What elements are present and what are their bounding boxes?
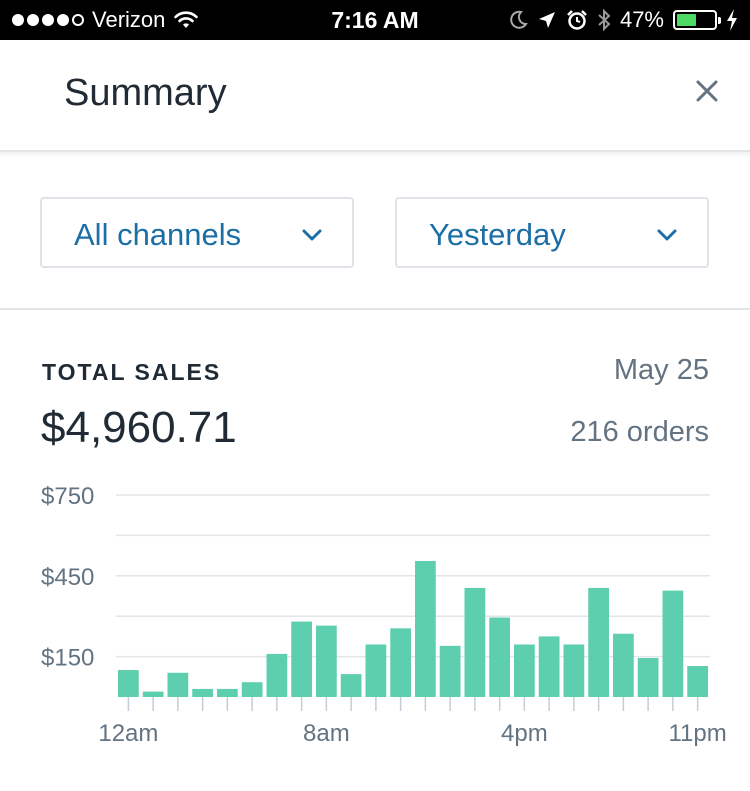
bar [588, 587, 609, 697]
bar [266, 653, 288, 697]
page-header: Summary [0, 40, 750, 152]
battery-percent: 47% [619, 7, 664, 32]
bar [340, 674, 362, 697]
chevron-down-icon [657, 229, 677, 241]
bar [514, 644, 535, 697]
bar [241, 682, 263, 697]
period-filter-label: Yesterday [429, 217, 566, 252]
total-sales-value: $4,960.71 [41, 403, 237, 452]
y-tick-label: $750 [41, 483, 94, 510]
close-icon[interactable] [692, 76, 722, 106]
bluetooth-icon [598, 8, 611, 32]
bar [439, 645, 461, 697]
bar [142, 691, 164, 697]
bar [489, 617, 510, 697]
bar [316, 625, 337, 697]
x-tick-label: 8am [303, 720, 350, 747]
chevron-down-icon [302, 229, 322, 241]
channel-filter-label: All channels [74, 217, 242, 252]
x-tick-label: 4pm [501, 720, 548, 747]
x-tick-label: 11pm [668, 720, 726, 747]
bar [464, 587, 486, 697]
bar [563, 644, 585, 697]
status-right: 47% [508, 0, 738, 40]
bar [167, 672, 189, 697]
y-tick-label: $150 [41, 645, 94, 672]
alarm-icon [567, 10, 587, 30]
bar [687, 666, 708, 697]
moon-icon [510, 10, 528, 29]
battery-icon [673, 10, 721, 30]
bar [613, 633, 634, 697]
bar [538, 636, 560, 697]
channel-filter-dropdown[interactable]: All channels [40, 197, 354, 268]
bar [415, 560, 436, 697]
bar [118, 670, 139, 697]
bar [291, 621, 312, 697]
bar [662, 590, 684, 697]
page-title: Summary [64, 72, 227, 114]
bar [390, 628, 411, 697]
bar [365, 644, 387, 697]
bar [217, 688, 238, 697]
bar [192, 688, 213, 697]
period-filter-dropdown[interactable]: Yesterday [395, 197, 709, 268]
header-shadow [0, 152, 750, 158]
section-divider [0, 308, 750, 310]
x-tick-label: 12am [98, 720, 158, 747]
location-arrow-icon [538, 12, 555, 28]
bar [637, 657, 659, 697]
orders-count: 216 orders [570, 416, 709, 448]
y-tick-label: $450 [41, 564, 94, 591]
status-bar: Verizon 7:16 AM 47% [0, 0, 750, 40]
battery-fill [677, 14, 696, 26]
sales-chart: $750 $450 $150 12am 8am 4pm 11pm [41, 483, 727, 747]
total-sales-heading: TOTAL SALES [42, 359, 222, 385]
summary-date: May 25 [613, 354, 709, 386]
charging-bolt-icon [727, 9, 737, 31]
